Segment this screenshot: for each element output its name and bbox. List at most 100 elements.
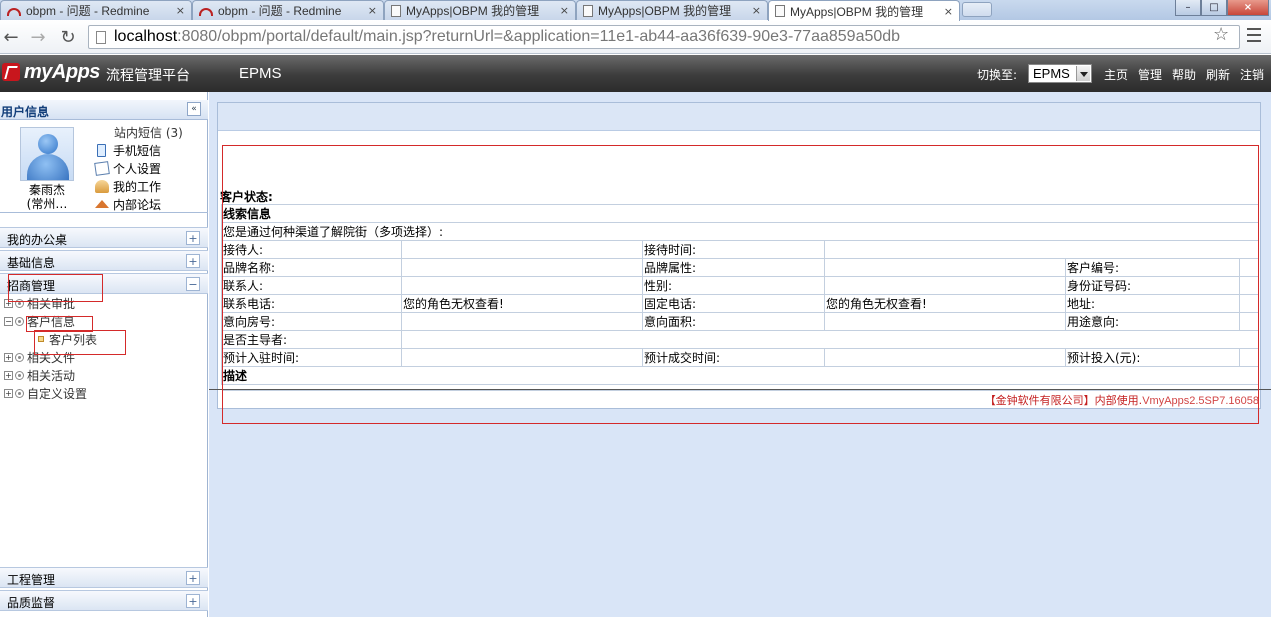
refresh-link[interactable]: 刷新 (1206, 66, 1230, 83)
sms-link[interactable]: 手机短信 (95, 141, 183, 159)
forum-label: 内部论坛 (113, 197, 162, 212)
folder-icon (15, 316, 24, 326)
logo-text: myApps (24, 61, 100, 83)
logo-icon (2, 63, 20, 81)
annotation-box-leaf (34, 330, 126, 355)
browser-tab-strip: obpm - 问题 - Redmine × obpm - 问题 - Redmin… (0, 0, 1271, 21)
admin-link[interactable]: 管理 (1138, 66, 1162, 83)
annotation-box-form (222, 145, 1259, 424)
section-label: 工程管理 (7, 573, 56, 587)
avatar-head-icon (38, 134, 58, 154)
help-link[interactable]: 帮助 (1172, 66, 1196, 83)
reload-button[interactable]: ↻ (57, 26, 79, 48)
user-info-header: 用户信息 « (0, 100, 208, 120)
section-engineering-management[interactable]: 工程管理 + (0, 567, 208, 588)
tree-item-custom-settings[interactable]: + 自定义设置 (4, 384, 87, 402)
browser-tab-5-active[interactable]: MyApps|OBPM 我的管理 × (768, 0, 960, 21)
maximize-button[interactable]: □ (1201, 0, 1227, 16)
panel-toolbar (218, 103, 1260, 131)
user-links: 站内短信 (3) 手机短信 个人设置 我的工作 内部论坛 (94, 123, 183, 213)
folder-icon (15, 370, 24, 380)
switch-label: 切换至: (977, 68, 1018, 82)
tab-title: obpm - 问题 - Redmine (26, 4, 150, 18)
back-button[interactable]: ← (0, 26, 22, 48)
section-label: 基础信息 (7, 256, 56, 270)
tree-expand-icon[interactable]: + (4, 370, 13, 380)
tree-label: 自定义设置 (27, 386, 88, 401)
browser-tab-4[interactable]: MyApps|OBPM 我的管理 × (576, 0, 768, 20)
close-icon[interactable]: × (176, 4, 185, 17)
section-basic-info[interactable]: 基础信息 + (0, 250, 208, 271)
home-icon (95, 200, 109, 208)
collapse-icon[interactable]: − (186, 277, 200, 291)
logout-link[interactable]: 注销 (1240, 66, 1264, 83)
close-icon[interactable]: × (944, 5, 953, 18)
expand-icon[interactable]: + (186, 254, 200, 268)
app-header: myApps 流程管理平台 EPMS 切换至: EPMS 主页 管理 帮助 刷新… (0, 55, 1271, 92)
folder-icon (15, 388, 24, 398)
tree-label: 相关活动 (27, 368, 76, 383)
page-icon (775, 5, 785, 17)
url-host: localhost (114, 28, 178, 45)
redmine-icon (7, 7, 21, 16)
internal-message-link[interactable]: 站内短信 (3) (95, 123, 183, 141)
page-icon (96, 30, 106, 44)
section-my-desk[interactable]: 我的办公桌 + (0, 227, 208, 248)
url-path: :8080/obpm/portal/default/main.jsp?retur… (177, 28, 901, 45)
tree-expand-icon[interactable]: + (4, 352, 13, 362)
application-switch-select[interactable]: EPMS (1028, 64, 1092, 83)
browser-tab-1[interactable]: obpm - 问题 - Redmine × (0, 0, 192, 20)
browser-menu-icon[interactable] (1247, 28, 1261, 42)
expand-icon[interactable]: + (186, 231, 200, 245)
my-work-label: 我的工作 (113, 179, 162, 194)
address-bar[interactable]: localhost :8080/obpm/portal/default/main… (88, 25, 1240, 49)
close-icon[interactable]: × (752, 4, 761, 17)
user-name-line: 秦雨杰 (28, 183, 65, 197)
page-icon (391, 4, 401, 17)
minimize-button[interactable]: – (1175, 0, 1201, 16)
annotation-box-section (8, 274, 103, 302)
section-quality-supervision[interactable]: 品质监督 + (0, 590, 208, 611)
close-icon[interactable]: × (560, 4, 569, 17)
collapse-sidebar-button[interactable]: « (187, 102, 201, 116)
tab-title: MyApps|OBPM 我的管理 (790, 4, 924, 19)
edit-icon (94, 160, 110, 176)
browser-tab-2[interactable]: obpm - 问题 - Redmine × (192, 0, 384, 20)
personal-settings-label: 个人设置 (113, 161, 162, 176)
user-name: 秦雨杰 (常州… (0, 183, 94, 211)
browser-toolbar: ← → ↻ localhost :8080/obpm/portal/defaul… (0, 20, 1271, 54)
avatar (20, 127, 74, 181)
my-work-link[interactable]: 我的工作 (95, 177, 183, 195)
user-org-line: (常州… (26, 197, 68, 211)
chevron-down-icon[interactable] (1076, 66, 1090, 81)
section-label: 我的办公桌 (7, 233, 68, 247)
application-name: EPMS (239, 65, 282, 82)
close-icon[interactable]: × (368, 4, 377, 17)
bookmark-star-icon[interactable]: ☆ (1213, 24, 1229, 45)
window-controls: – □ × (1175, 0, 1269, 16)
tree-item-related-activities[interactable]: + 相关活动 (4, 366, 75, 384)
work-icon (95, 179, 109, 193)
page-icon (583, 4, 593, 17)
browser-tab-3[interactable]: MyApps|OBPM 我的管理 × (384, 0, 576, 20)
expand-icon[interactable]: + (186, 571, 200, 585)
tab-title: MyApps|OBPM 我的管理 (598, 4, 732, 18)
tab-title: obpm - 问题 - Redmine (218, 4, 342, 18)
tree-expand-icon[interactable]: + (4, 388, 13, 398)
logo-subtitle: 流程管理平台 (106, 68, 190, 84)
window-close-button[interactable]: × (1227, 0, 1269, 16)
redmine-icon (199, 7, 213, 16)
avatar-body-icon (27, 154, 69, 180)
switch-selected-value: EPMS (1033, 66, 1070, 81)
tab-title: MyApps|OBPM 我的管理 (406, 4, 540, 18)
forum-link[interactable]: 内部论坛 (95, 195, 183, 213)
home-link[interactable]: 主页 (1104, 66, 1128, 83)
new-tab-button[interactable] (962, 2, 992, 17)
personal-settings-link[interactable]: 个人设置 (94, 159, 183, 177)
tree-collapse-icon[interactable]: − (4, 316, 13, 326)
folder-icon (15, 352, 24, 362)
forward-button[interactable]: → (27, 26, 49, 48)
expand-icon[interactable]: + (186, 594, 200, 608)
section-label: 品质监督 (7, 596, 56, 610)
phone-icon (97, 143, 106, 157)
